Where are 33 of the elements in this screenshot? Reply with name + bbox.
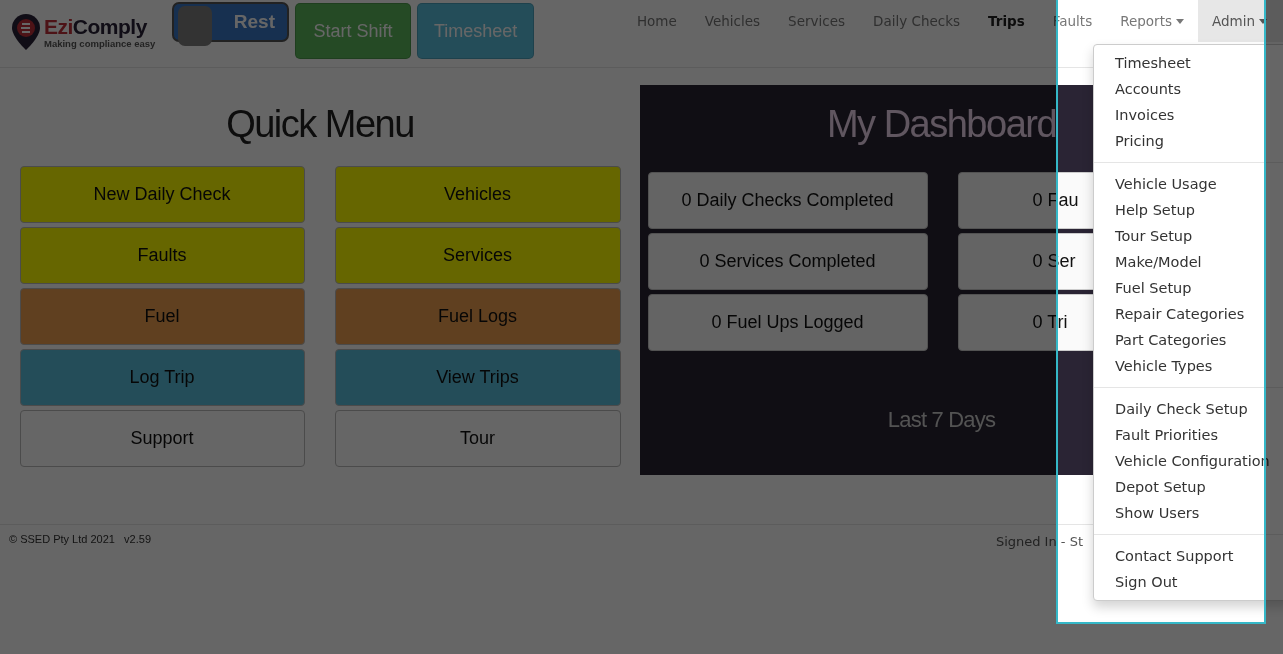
quick-menu-button[interactable]: Faults [19,227,305,284]
dashboard-title: My Dashboard [826,103,1057,146]
menu-item[interactable]: Timesheet [1094,50,1283,76]
menu-item[interactable]: Fault Priorities [1094,422,1283,448]
caret-icon [1175,18,1184,24]
nav-link[interactable]: Reports [1106,0,1198,42]
quick-menu-button[interactable]: New Daily Check [19,166,305,223]
quick-menu-button[interactable]: Services [334,227,621,284]
tagline: Making compliance easy [44,37,156,49]
brand-name: EziComply [44,15,148,38]
signed-in-text: Signed In - St [995,534,1083,549]
menu-item[interactable]: Accounts [1094,76,1283,102]
quick-menu-button[interactable]: Tour [334,410,621,467]
menu-item[interactable]: Contact Support [1094,543,1283,569]
period-label: Last 7 Days [887,407,996,433]
copyright-text: © SSED Pty Ltd 2021 v2.59 [9,533,152,547]
stat-card: 0 Fuel Ups Logged [647,294,928,351]
stat-card: 0 Daily Checks Completed [647,172,928,229]
menu-item[interactable]: Daily Check Setup [1094,396,1283,422]
stat-card: 0 Services Completed [647,233,928,290]
pin-icon [12,14,40,50]
nav-link[interactable]: Admin [1197,0,1283,42]
menu-item[interactable]: Show Users [1094,500,1283,526]
nav-link[interactable]: Trips [974,0,1039,42]
menu-item[interactable]: Vehicle Types [1094,353,1283,379]
quick-menu-button[interactable]: Support [19,410,305,467]
menu-item[interactable]: Invoices [1094,102,1283,128]
menu-item[interactable]: Sign Out [1094,569,1283,595]
quick-menu-button[interactable]: Vehicles [334,166,621,223]
quick-menu-title: Quick Menu [226,103,414,146]
menu-item[interactable]: Pricing [1094,128,1283,154]
caret-icon [1259,18,1267,24]
menu-item[interactable]: Depot Setup [1094,474,1283,500]
